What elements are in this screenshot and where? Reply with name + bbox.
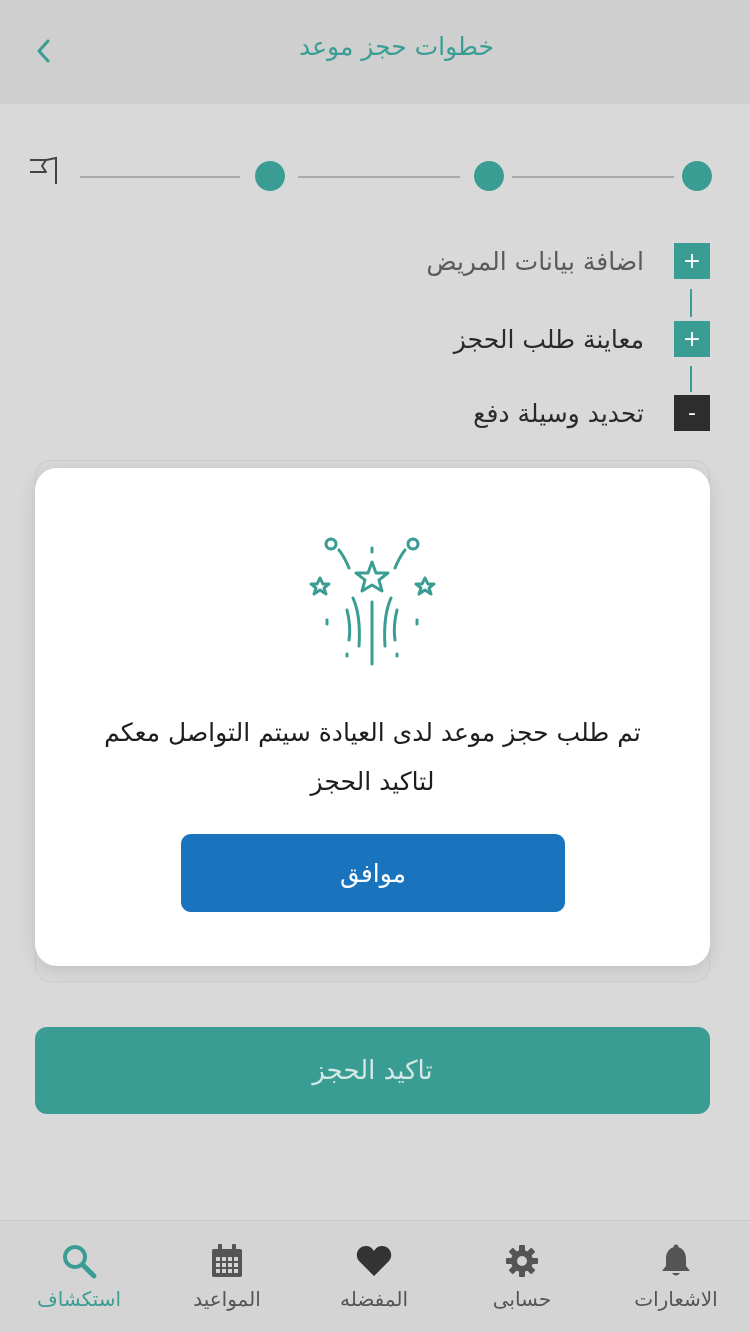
nav-label: الاشعارات [634,1287,718,1311]
back-button[interactable] [28,34,58,68]
step-label: اضافة بيانات المريض [426,246,644,276]
dialog-message: تم طلب حجز موعد لدى العيادة سيتم التواصل… [104,718,641,796]
gear-icon [504,1243,540,1279]
progress-dot [255,161,285,191]
fireworks-icon [309,537,436,666]
collapse-icon[interactable]: - [674,395,710,431]
confirm-booking-button[interactable]: تاكيد الحجز [35,1027,710,1114]
progress-line [512,176,674,178]
calendar-icon [209,1243,245,1279]
nav-label: المواعيد [193,1287,261,1311]
nav-label: حسابى [492,1287,552,1311]
nav-label: المفضله [339,1287,409,1311]
search-icon [61,1243,97,1279]
page-title: خطوات حجز موعد [299,32,494,61]
expand-icon[interactable]: + [674,321,710,357]
step-label: تحديد وسيلة دفع [473,398,644,428]
step-review-request[interactable]: + معاينة طلب الحجز [454,321,710,357]
nav-item-appointments[interactable]: المواعيد [178,1221,276,1332]
step-label: معاينة طلب الحجز [453,324,644,354]
bell-icon [658,1243,694,1279]
nav-item-notifications[interactable]: الاشعارات [622,1221,730,1332]
ok-button[interactable]: موافق [181,834,565,912]
progress-dot [682,161,712,191]
success-dialog: تم طلب حجز موعد لدى العيادة سيتم التواصل… [35,468,710,966]
step-connector [690,289,692,317]
progress-line [80,176,240,178]
nav-item-favorites[interactable]: المفضله [324,1221,424,1332]
step-payment-method[interactable]: - تحديد وسيلة دفع [473,395,710,431]
expand-icon[interactable]: + [674,243,710,279]
heart-icon [356,1243,392,1279]
step-patient-data[interactable]: + اضافة بيانات المريض [426,243,710,279]
flag-icon [30,156,57,184]
bottom-nav: استكشاف المواعيد المفضله حسابى الاشعارات [0,1220,750,1332]
progress-line [298,176,460,178]
nav-label: استكشاف [36,1287,122,1311]
app-header: خطوات حجز موعد [0,0,750,104]
step-connector [690,366,692,392]
nav-item-account[interactable]: حسابى [474,1221,570,1332]
nav-item-explore[interactable]: استكشاف [28,1221,130,1332]
progress-dot [474,161,504,191]
chevron-left-icon [37,39,50,63]
